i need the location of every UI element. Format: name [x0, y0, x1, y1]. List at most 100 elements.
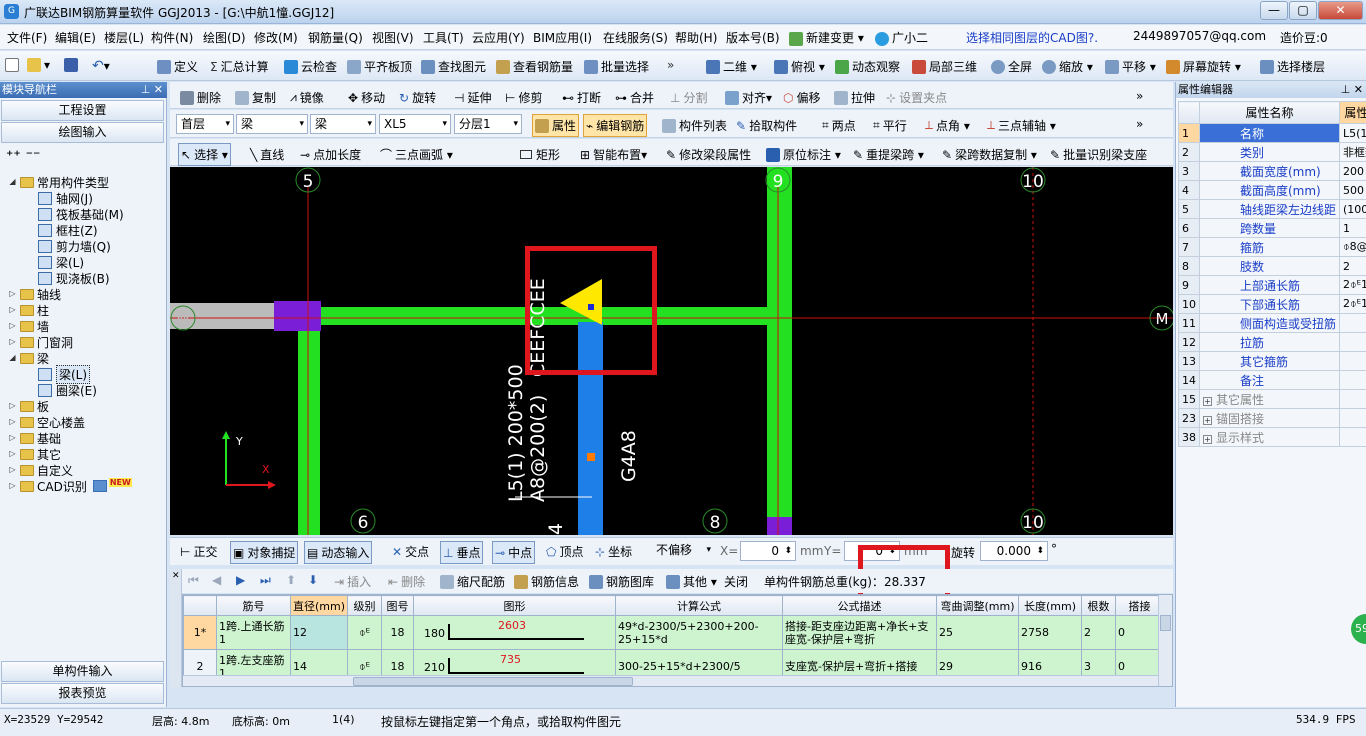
rebar-delete-button[interactable]: ⇤ 删除: [388, 573, 425, 590]
tree-folder[interactable]: ▷ 自定义: [8, 462, 164, 478]
col-formula[interactable]: 计算公式: [615, 595, 783, 616]
tree-item[interactable]: 圈梁(E): [8, 382, 164, 398]
span-data-copy-dropdown[interactable]: ✎ 梁跨数据复制 ▾: [942, 146, 1037, 163]
menu-assistant[interactable]: 广小二: [875, 29, 928, 46]
menu-modify[interactable]: 修改(M): [254, 29, 298, 46]
component-select[interactable]: XL5 ▾: [379, 114, 451, 134]
expand-arrow-icon[interactable]: ▷: [8, 321, 17, 331]
more-chevron-icon[interactable]: »: [1136, 117, 1143, 131]
layer-select[interactable]: 分层1 ▾: [454, 114, 522, 134]
insert-button[interactable]: ⇥ 插入: [334, 573, 371, 590]
modify-beam-attr-button[interactable]: ✎ 修改梁段属性: [666, 146, 751, 163]
menu-tools[interactable]: 工具(T): [423, 29, 464, 46]
close-button[interactable]: ✕: [1318, 1, 1363, 20]
align-dropdown[interactable]: 对齐 ▾: [725, 89, 772, 106]
tree-item[interactable]: 框柱(Z): [8, 222, 164, 238]
point-length-button[interactable]: ⊸ 点加长度: [300, 146, 361, 163]
pick-component-button[interactable]: ✎ 拾取构件: [736, 117, 797, 134]
menu-bim[interactable]: BIM应用(I): [533, 29, 592, 46]
type2-select[interactable]: 梁 ▾: [310, 114, 376, 134]
property-row[interactable]: 8 肢数 2: [1178, 256, 1366, 276]
bar-count[interactable]: 2: [1081, 615, 1116, 650]
column-purple-1[interactable]: [274, 301, 321, 331]
point-angle-dropdown[interactable]: ⟂ 点角 ▾: [925, 117, 970, 134]
object-snap-button[interactable]: ▣ 对象捕捉: [230, 541, 299, 564]
menu-version[interactable]: 版本号(B): [726, 29, 780, 46]
split-button[interactable]: ⊥ 分割: [670, 89, 707, 106]
property-value[interactable]: 500: [1339, 180, 1366, 200]
tree-item[interactable]: 现浇板(B): [8, 270, 164, 286]
bar-bend-adjust[interactable]: 25: [936, 615, 1019, 650]
close-rebar-button[interactable]: 关闭: [724, 573, 748, 590]
property-row[interactable]: 11 侧面构造或受扭筋: [1178, 313, 1366, 333]
component-list-button[interactable]: 构件列表: [662, 117, 727, 134]
expand-arrow-icon[interactable]: ▷: [8, 465, 17, 475]
menu-rebar[interactable]: 钢筋量(Q): [308, 29, 363, 46]
tree-item[interactable]: 梁(L): [8, 364, 164, 384]
project-settings-button[interactable]: 工程设置: [1, 100, 164, 121]
scrollbar-thumb[interactable]: [353, 677, 633, 686]
property-value[interactable]: [1339, 351, 1366, 371]
property-value[interactable]: 2⌽ᴱ16: [1339, 294, 1366, 314]
hint-link[interactable]: 选择相同图层的CAD图?.: [966, 29, 1098, 46]
floating-badge[interactable]: 59: [1351, 614, 1366, 644]
property-value[interactable]: [1339, 313, 1366, 333]
vertex-snap-button[interactable]: ⬠ 顶点: [546, 543, 583, 560]
bar-shape[interactable]: 180 2603: [413, 615, 616, 650]
canvas-svg[interactable]: 5 9 10 6 8 10 M M L5(1) 200*500 A8@200(2…: [170, 167, 1173, 535]
property-row[interactable]: 15 + 其它属性: [1178, 389, 1366, 409]
horizontal-scrollbar[interactable]: [183, 675, 1158, 686]
menu-online[interactable]: 在线服务(S): [603, 29, 668, 46]
orbit-button[interactable]: 动态观察: [835, 58, 900, 75]
ortho-button[interactable]: ⊢ 正交: [180, 543, 217, 560]
expand-plus-icon[interactable]: +: [1203, 396, 1212, 406]
rebar-library-button[interactable]: 钢筋图库: [589, 573, 654, 590]
rebar-info-button[interactable]: 钢筋信息: [514, 573, 579, 590]
expand-arrow-icon[interactable]: ▷: [8, 433, 17, 443]
menu-edit[interactable]: 编辑(E): [55, 29, 96, 46]
expand-arrow-icon[interactable]: ▷: [8, 305, 17, 315]
intersection-snap-button[interactable]: ✕ 交点: [392, 543, 429, 560]
col-figure-no[interactable]: 图号: [381, 595, 414, 616]
more-chevron-icon[interactable]: »: [1136, 89, 1143, 103]
expand-arrow-icon[interactable]: ▷: [8, 337, 17, 347]
scale-reinforce-button[interactable]: 缩尺配筋: [440, 573, 505, 590]
screen-rotate-dropdown[interactable]: 屏幕旋转 ▾: [1166, 58, 1241, 75]
single-component-input-button[interactable]: 单构件输入: [1, 661, 164, 682]
bar-grade[interactable]: ⌽ᴱ: [347, 615, 382, 650]
bar-figure-no[interactable]: 18: [381, 615, 414, 650]
property-row[interactable]: 2 类别 非框架: [1178, 142, 1366, 162]
smart-layout-dropdown[interactable]: ⊞ 智能布置 ▾: [580, 146, 647, 163]
tree-folder[interactable]: ▷ 板: [8, 398, 164, 414]
find-element-button[interactable]: 查找图元: [421, 58, 486, 75]
move-down-icon[interactable]: ⬇: [308, 573, 318, 587]
rotate-input[interactable]: 0.000 ⬍: [980, 541, 1048, 561]
property-row[interactable]: 4 截面高度(mm) 500: [1178, 180, 1366, 200]
column-purple-2[interactable]: [767, 517, 792, 535]
vertical-scrollbar[interactable]: [1158, 595, 1172, 686]
property-row[interactable]: 12 拉筋: [1178, 332, 1366, 352]
drawing-input-button[interactable]: 绘图输入: [1, 122, 164, 143]
tree-folder[interactable]: ▷ 门窗洞: [8, 334, 164, 350]
line-button[interactable]: ╲ 直线: [250, 146, 284, 163]
drawing-canvas[interactable]: 5 9 10 6 8 10 M M L5(1) 200*500 A8@200(2…: [170, 167, 1173, 535]
tree-item[interactable]: 筏板基础(M): [8, 206, 164, 222]
property-row[interactable]: 7 箍筋 ⌽8@20: [1178, 237, 1366, 257]
bar-length[interactable]: 2758: [1018, 615, 1082, 650]
select-floor-button[interactable]: 选择楼层: [1260, 58, 1325, 75]
other-dropdown[interactable]: 其他 ▾: [666, 573, 717, 590]
menu-view[interactable]: 视图(V): [372, 29, 414, 46]
dynamic-input-button[interactable]: ▤ 动态输入: [304, 541, 373, 564]
vertical-beam-right[interactable]: [767, 167, 792, 535]
collapse-arrow-icon[interactable]: ◢: [8, 353, 17, 363]
col-bend-adjust[interactable]: 弯曲调整(mm): [936, 595, 1019, 616]
tree-folder[interactable]: ▷ 基础: [8, 430, 164, 446]
open-file-icon[interactable]: ▾: [27, 58, 50, 72]
expand-plus-icon[interactable]: +: [1203, 415, 1212, 425]
tree-folder[interactable]: ◢ 常用构件类型: [8, 174, 164, 190]
vertical-beam-left[interactable]: [298, 325, 320, 535]
property-row[interactable]: 38 + 显示样式: [1178, 427, 1366, 447]
batch-select-button[interactable]: 批量选择: [584, 58, 649, 75]
vscroll-thumb[interactable]: [1160, 615, 1171, 631]
midpoint-snap-button[interactable]: ⊸ 中点: [492, 541, 536, 564]
